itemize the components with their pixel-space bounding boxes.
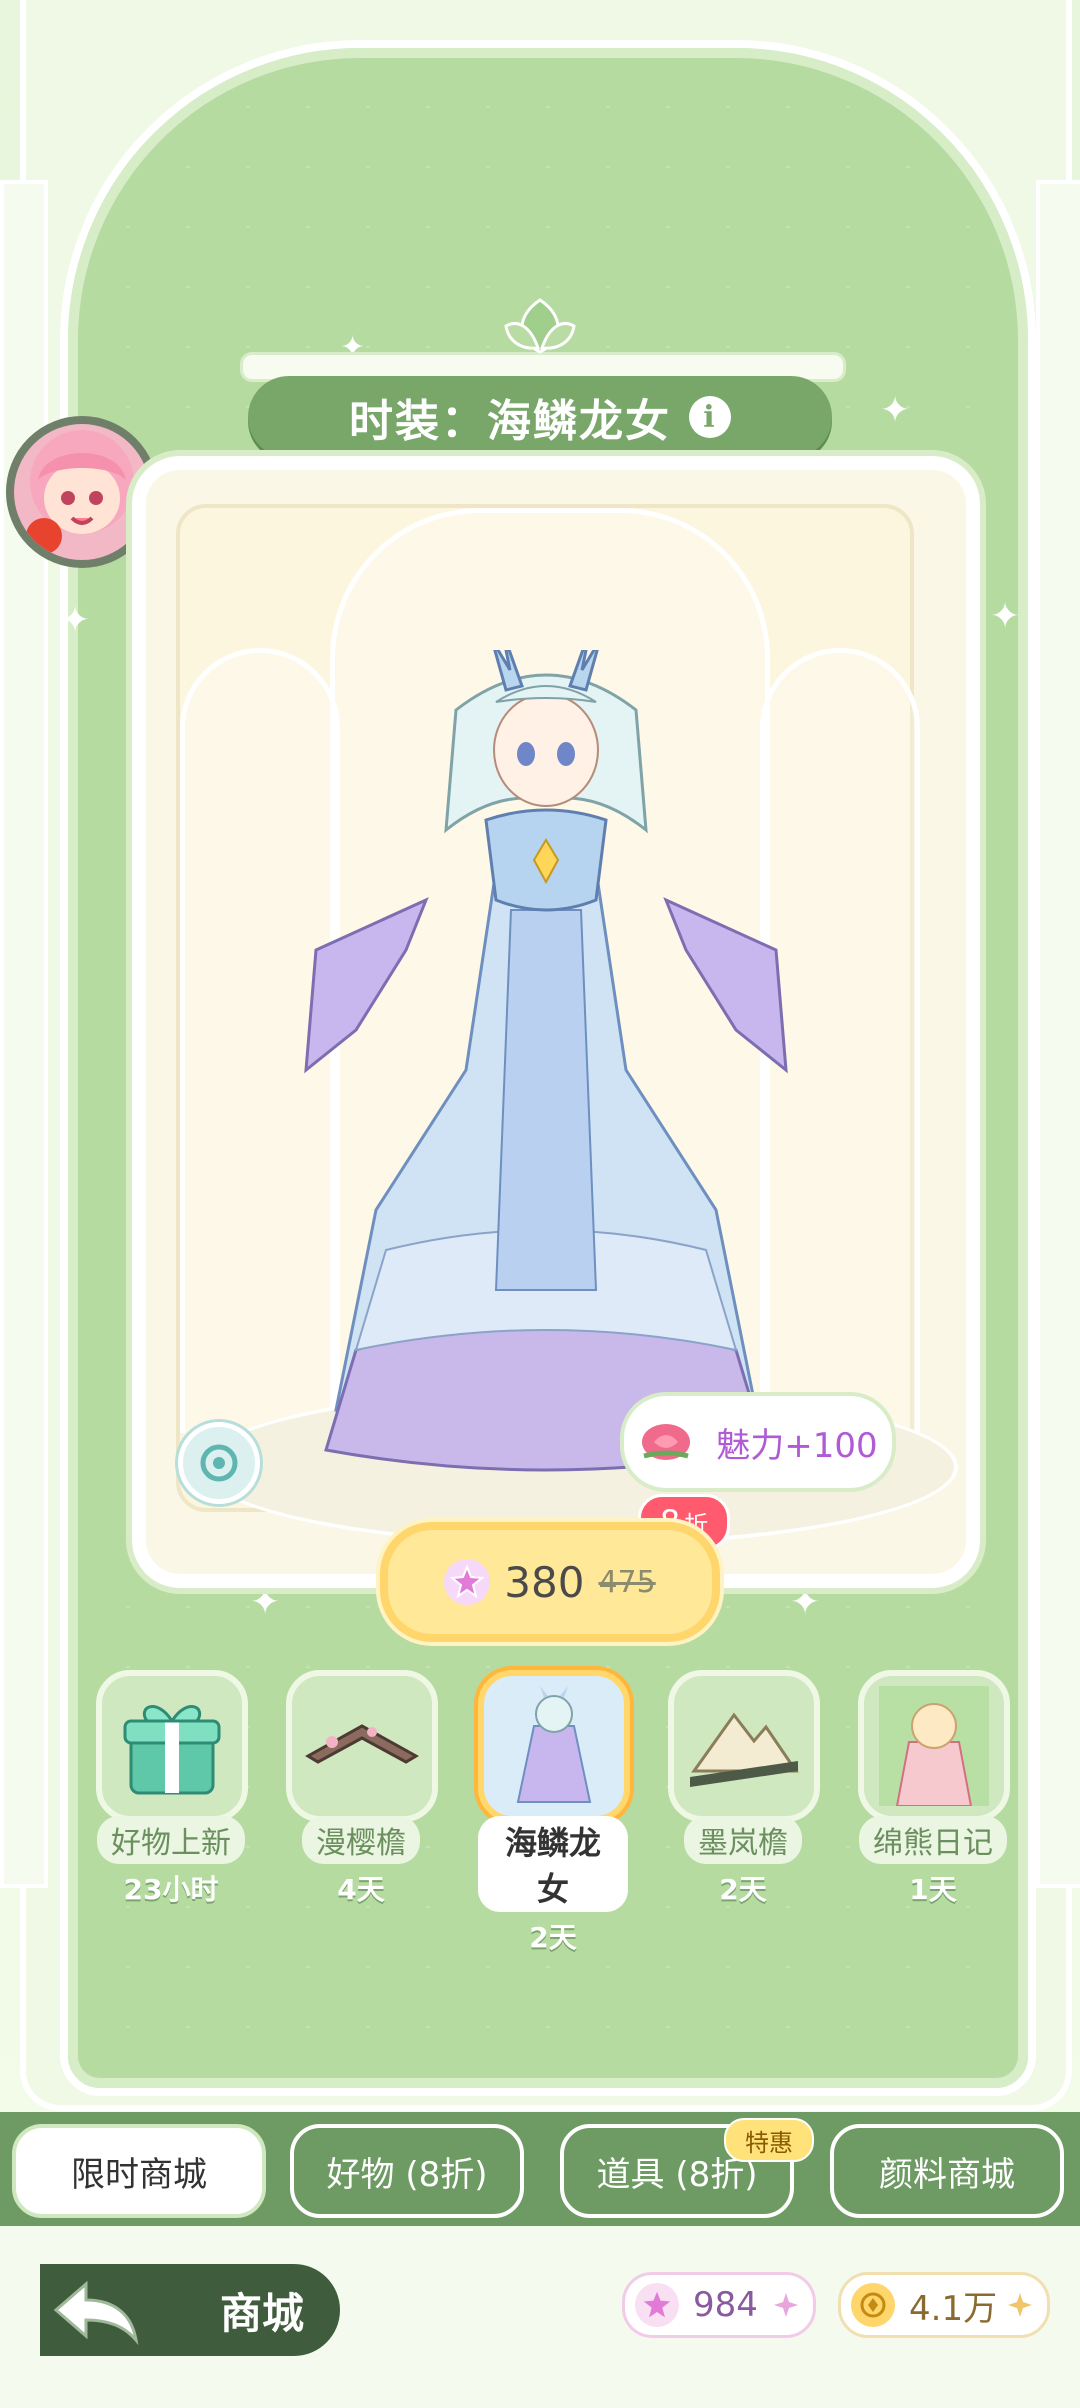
item-name: 墨岚檐 [684, 1816, 802, 1864]
right-pillar [1036, 180, 1080, 1888]
star-gem-icon [635, 2283, 679, 2327]
leaf-icon [504, 298, 576, 354]
avatar-portrait [26, 430, 134, 554]
charm-badge: 魅力+100 [620, 1392, 896, 1492]
item-thumbnail [668, 1670, 820, 1822]
tab-dye-shop[interactable]: 颜料商城 [830, 2124, 1064, 2218]
info-icon[interactable]: i [689, 396, 731, 438]
sparkle-icon: ✦ [250, 1582, 281, 1623]
bear-girl-icon [879, 1686, 989, 1806]
whistle-icon [200, 1444, 238, 1482]
mountain-eave-icon [690, 1712, 799, 1787]
item-name: 海鳞龙女 [478, 1816, 628, 1912]
item-thumbnail [858, 1670, 1010, 1822]
item-card[interactable]: 漫樱檐 4天 [286, 1670, 438, 1908]
back-label: 商城 [220, 2288, 305, 2338]
gem-balance: 984 [622, 2272, 816, 2338]
item-card[interactable]: 海鳞龙女 2天 [478, 1670, 630, 1956]
add-gems-icon[interactable] [771, 2290, 801, 2320]
gem-count: 984 [693, 2285, 758, 2325]
tab-label: 限时商城 [71, 2154, 207, 2195]
gift-box-icon [123, 1705, 221, 1795]
back-arrow-icon[interactable] [46, 2270, 146, 2350]
page-title: 时装：海鳞龙女 [349, 396, 671, 447]
dragon-girl-character [304, 650, 788, 1472]
sparkle-icon: ✦ [990, 596, 1021, 637]
tab-goods[interactable]: 好物 (8折) [290, 2124, 524, 2218]
item-thumbnail [478, 1670, 630, 1822]
item-name: 绵熊日记 [859, 1816, 1007, 1864]
sparkle-icon: ✦ [790, 1582, 821, 1623]
item-time-left: 23小时 [123, 1873, 219, 1906]
item-time-left: 1天 [909, 1873, 957, 1906]
charm-label: 魅力+100 [716, 1425, 878, 1466]
tab-label: 好物 (8折) [326, 2154, 488, 2195]
item-card[interactable]: 绵熊日记 1天 [858, 1670, 1010, 1908]
add-coins-icon[interactable] [1005, 2290, 1035, 2320]
tab-label: 颜料商城 [879, 2154, 1015, 2195]
dragon-girl-thumb-icon [516, 1686, 592, 1803]
special-offer-badge: 特惠 [724, 2118, 814, 2162]
item-name: 好物上新 [97, 1816, 245, 1864]
item-time-left: 2天 [719, 1873, 767, 1906]
sparkle-icon: ✦ [880, 390, 911, 431]
item-name: 漫樱檐 [302, 1816, 420, 1864]
item-time-left: 2天 [529, 1921, 577, 1954]
item-card[interactable]: 墨岚檐 2天 [668, 1670, 820, 1908]
item-time-left: 4天 [337, 1873, 385, 1906]
rose-icon [642, 1424, 691, 1460]
tab-limited-shop[interactable]: 限时商城 [12, 2124, 266, 2218]
price-original: 475 [598, 1564, 656, 1600]
item-thumbnail [286, 1670, 438, 1822]
hint-button[interactable] [178, 1422, 260, 1504]
coin-balance: 4.1万 [838, 2272, 1050, 2338]
eave-decoration-icon [305, 1724, 419, 1764]
coin-count: 4.1万 [909, 2288, 998, 2329]
item-card[interactable]: 好物上新 23小时 [96, 1670, 248, 1908]
item-thumbnail [96, 1670, 248, 1822]
outfit-title-banner: 时装：海鳞龙女 i [248, 376, 832, 458]
buy-button[interactable]: 380 475 [380, 1522, 720, 1642]
star-gem-icon [444, 1559, 491, 1605]
price-current: 380 [504, 1557, 585, 1607]
gold-coin-icon [851, 2283, 895, 2327]
sparkle-icon: ✦ [60, 600, 91, 641]
